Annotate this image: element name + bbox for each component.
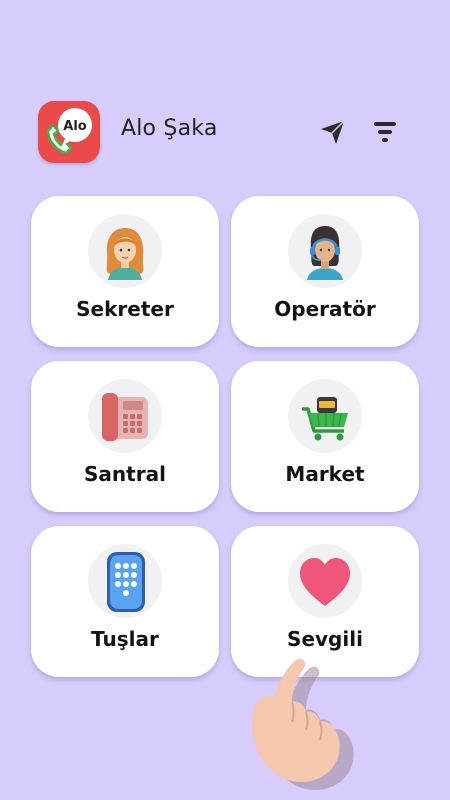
icon-circle xyxy=(288,544,362,618)
operator-headset-icon xyxy=(307,226,343,280)
icon-circle xyxy=(288,379,362,453)
card-sekreter[interactable]: Sekreter xyxy=(31,196,219,347)
shopping-cart-icon xyxy=(302,397,348,441)
icon-circle xyxy=(288,214,362,288)
card-label: Sekreter xyxy=(76,297,174,321)
card-market[interactable]: Market xyxy=(231,361,419,512)
card-label: Sevgili xyxy=(287,627,363,651)
icon-circle xyxy=(88,544,162,618)
icon-circle xyxy=(88,214,162,288)
card-operator[interactable]: Operatör xyxy=(231,196,419,347)
card-label: Santral xyxy=(84,462,166,486)
card-santral[interactable]: Santral xyxy=(31,361,219,512)
pointing-hand-icon xyxy=(251,658,354,790)
card-label: Tuşlar xyxy=(91,627,159,651)
secretary-woman-icon xyxy=(106,228,144,280)
card-label: Operatör xyxy=(274,297,376,321)
card-label: Market xyxy=(285,462,365,486)
heart-icon xyxy=(300,558,350,606)
card-tuslar[interactable]: Tuşlar xyxy=(31,526,219,677)
icon-circle xyxy=(88,379,162,453)
desk-phone-icon xyxy=(102,393,148,441)
keypad-phone-icon xyxy=(107,552,145,612)
category-grid: Sekreter Operatör Santral Market Tuşlar … xyxy=(0,0,450,800)
